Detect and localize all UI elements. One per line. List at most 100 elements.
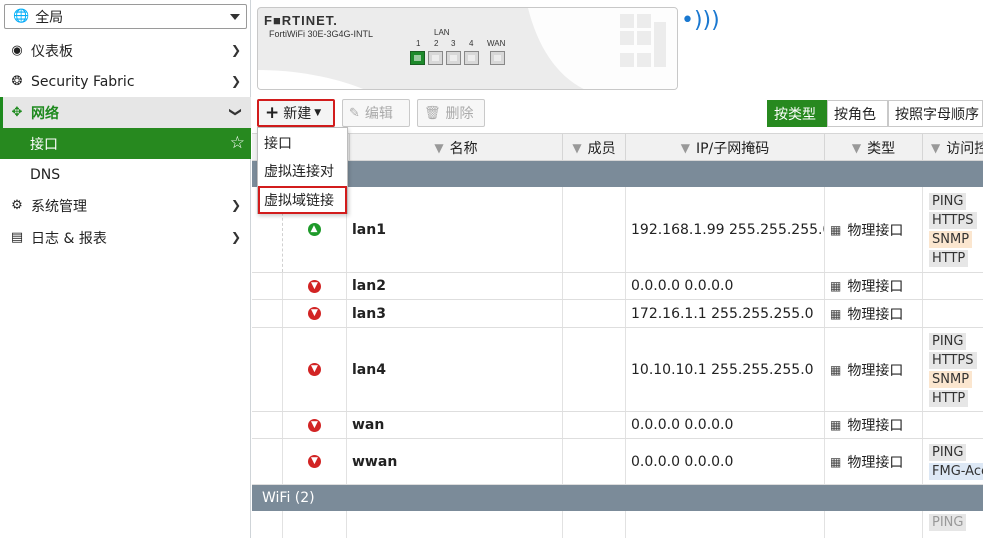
filter-icon[interactable]: ▼ (572, 141, 581, 155)
port-wan[interactable] (490, 51, 505, 65)
type-cell: ▦ 物理接口 (824, 439, 922, 484)
status-down-icon: ▼ (308, 307, 321, 320)
status-cell: ▼ (282, 439, 346, 484)
sidebar-item-dashboard[interactable]: ◉ 仪表板 ❯ (0, 35, 251, 66)
delete-button[interactable]: 🗑 删除 (417, 99, 485, 127)
scope-label: 全局 (35, 9, 64, 26)
wan-label: WAN (487, 39, 506, 48)
menu-item-virtual-wire-pair[interactable]: 虚拟连接对 (258, 157, 347, 185)
interface-name[interactable]: lan2 (346, 273, 562, 299)
view-by-type-button[interactable]: 按类型 (767, 100, 827, 127)
column-header-type[interactable]: ▼ 类型 (824, 134, 922, 162)
status-cell (282, 511, 346, 538)
sidebar-item-system[interactable]: ⚙ 系统管理 ❯ (0, 190, 251, 221)
type-cell: ▦ 物理接口 (824, 187, 922, 272)
status-down-icon: ▼ (308, 455, 321, 468)
access-badge: HTTP (929, 249, 969, 267)
members-cell (562, 187, 625, 272)
sidebar-item-log-report[interactable]: ▤ 日志 & 报表 ❯ (0, 222, 251, 253)
sidebar-item-label: Security Fabric (31, 73, 135, 90)
filter-icon[interactable]: ▼ (681, 141, 690, 155)
interface-name[interactable] (346, 511, 562, 538)
ip-cell: 0.0.0.0 0.0.0.0 (625, 439, 824, 484)
new-button[interactable]: + 新建 ▼ (257, 99, 335, 127)
access-badge: PING (929, 332, 967, 350)
sidebar-item-label: 网络 (31, 105, 59, 122)
sidebar-item-dns[interactable]: DNS (0, 159, 251, 190)
status-down-icon: ▼ (308, 279, 321, 293)
filter-icon[interactable]: ▼ (434, 141, 443, 155)
chevron-down-icon (230, 14, 240, 20)
group-label: WiFi (2) (262, 490, 315, 506)
menu-item-vdom-link[interactable]: 虚拟域链接 (258, 186, 347, 214)
view-by-role-label: 按角色 (834, 106, 876, 123)
column-header-name[interactable]: ▼ 名称 (349, 134, 562, 162)
filter-icon[interactable]: ▼ (931, 141, 940, 155)
sidebar-item-label: 系统管理 (31, 198, 87, 215)
ip-cell (625, 511, 824, 538)
dashboard-icon: ◉ (11, 43, 23, 58)
ip-cell: 192.168.1.99 255.255.255.0 (625, 187, 824, 272)
group-header-wifi[interactable]: WiFi (2) (252, 485, 983, 511)
table-row[interactable]: ▼ wan 0.0.0.0 0.0.0.0 ▦ 物理接口 (252, 412, 983, 439)
sidebar: 🌐 全局 ◉ 仪表板 ❯ ❂ Security Fabric ❯ ✥ 网络 ❯ … (0, 0, 251, 538)
type-label: 物理接口 (847, 362, 904, 379)
interface-name[interactable]: lan3 (346, 300, 562, 327)
sidebar-item-label: DNS (30, 166, 61, 183)
table-row[interactable]: ▼ lan2 0.0.0.0 0.0.0.0 ▦ 物理接口 (252, 273, 983, 300)
star-icon[interactable]: ☆ (230, 133, 245, 153)
members-cell (562, 273, 625, 299)
scope-selector[interactable]: 🌐 全局 (4, 4, 247, 29)
port-icon: ▦ (830, 454, 842, 469)
filter-icon[interactable]: ▼ (852, 141, 861, 155)
port-lan2[interactable] (428, 51, 443, 65)
sidebar-item-security-fabric[interactable]: ❂ Security Fabric ❯ (0, 66, 251, 97)
interface-name[interactable]: wwan (346, 439, 562, 484)
access-cell (922, 300, 983, 327)
port-lan3[interactable] (446, 51, 461, 65)
group-header-physical[interactable] (252, 161, 983, 187)
table-row[interactable]: ▼ lan3 172.16.1.1 255.255.255.0 ▦ 物理接口 (252, 300, 983, 328)
port-icon: ▦ (830, 306, 842, 321)
members-cell (562, 511, 625, 538)
access-cell: PING HTTPS SNMP HTTP (922, 328, 983, 411)
table-row[interactable]: ▲ lan1 192.168.1.99 255.255.255.0 ▦ 物理接口 … (252, 187, 983, 273)
access-badge: HTTP (929, 389, 969, 407)
edit-button[interactable]: ✎ 编辑 (342, 99, 410, 127)
access-badge: SNMP (929, 230, 973, 248)
table-row[interactable]: PING (252, 511, 983, 538)
table-row[interactable]: ▼ lan4 10.10.10.1 255.255.255.0 ▦ 物理接口 PI… (252, 328, 983, 412)
table-row[interactable]: ▼ wwan 0.0.0.0 0.0.0.0 ▦ 物理接口 PING FMG-Ac… (252, 439, 983, 485)
port-number: 2 (434, 39, 439, 48)
access-badge: HTTPS (929, 211, 977, 229)
type-cell: ▦ 物理接口 (824, 412, 922, 438)
edit-button-label: 编辑 (364, 106, 393, 122)
menu-item-label: 虚拟域链接 (264, 193, 334, 209)
view-by-role-button[interactable]: 按角色 (827, 100, 888, 127)
type-label: 物理接口 (847, 279, 904, 295)
port-lan1[interactable] (410, 51, 425, 65)
sidebar-item-interfaces[interactable]: 接口 ☆ (0, 128, 251, 159)
column-header-members[interactable]: ▼ 成员 (562, 134, 625, 162)
access-cell (922, 412, 983, 438)
view-alphabetical-button[interactable]: 按照字母顺序 (888, 100, 983, 127)
menu-item-label: 接口 (264, 136, 292, 152)
column-header-ip[interactable]: ▼ IP/子网掩码 (625, 134, 824, 162)
sidebar-item-network[interactable]: ✥ 网络 ❯ (0, 97, 251, 128)
type-cell (824, 511, 922, 538)
chevron-right-icon: ❯ (230, 230, 241, 244)
fortinet-logo: F■RTINET. (264, 13, 338, 28)
interface-name[interactable]: wan (346, 412, 562, 438)
port-number: 1 (416, 39, 421, 48)
new-dropdown-menu: 接口 虚拟连接对 虚拟域链接 (257, 127, 348, 214)
menu-item-interface[interactable]: 接口 (258, 129, 347, 157)
column-label: 名称 (449, 141, 478, 157)
interface-name[interactable]: lan1 (346, 187, 562, 272)
port-lan4[interactable] (464, 51, 479, 65)
wifi-icon: •))) (681, 8, 720, 33)
interface-name[interactable]: lan4 (346, 328, 562, 411)
column-header-access[interactable]: ▼ 访问控制 (922, 134, 983, 162)
delete-button-label: 删除 (445, 106, 474, 122)
type-label: 物理接口 (847, 306, 904, 323)
chart-icon: ▤ (10, 230, 24, 245)
